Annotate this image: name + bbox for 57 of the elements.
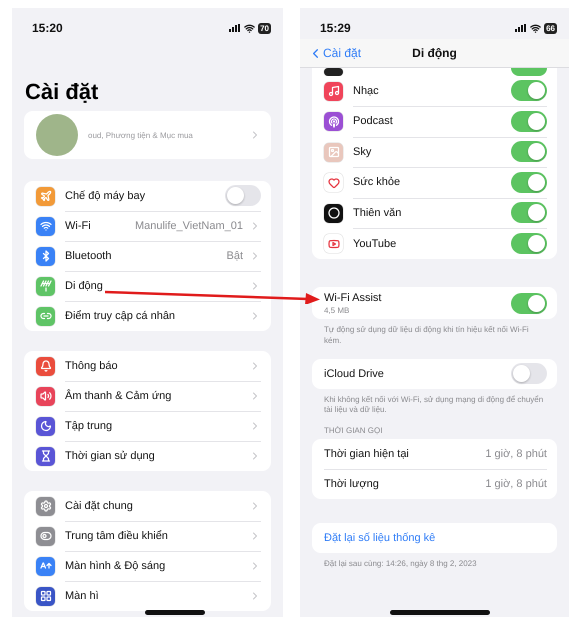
status-time: 15:29 (320, 21, 351, 35)
reset-link[interactable]: Đặt lại số liệu thống kê (324, 532, 436, 544)
app-label: Podcast (353, 115, 394, 128)
profile-subtitle: oud, Phương tiện & Mục mua (88, 130, 194, 140)
back-button[interactable]: Cài đặt (308, 46, 362, 60)
setting-label[interactable]: Bluetooth (65, 250, 220, 262)
app-label: Thiên văn (353, 206, 402, 219)
setting-label: Wi-Fi Assist (324, 292, 382, 304)
app-label: Sky (353, 146, 372, 158)
wifi-icon (530, 22, 542, 34)
setting-label: iCloud Drive (324, 368, 385, 380)
battery-level: 70 (258, 22, 271, 34)
setting-label[interactable]: Thời gian sử dụng (65, 450, 243, 462)
nav-title: Di động (412, 46, 457, 60)
setting-label[interactable]: Wi-Fi (65, 220, 129, 232)
setting-label[interactable]: Tập trung (65, 420, 243, 432)
setting-label[interactable]: Trung tâm điều khiển (65, 530, 243, 542)
wifi-icon (244, 22, 256, 34)
app-label: YouTube (353, 238, 398, 250)
toggle-switch[interactable] (225, 185, 261, 206)
battery-level: 66 (544, 22, 557, 34)
signal-icon (515, 24, 528, 32)
setting-value: Bật (226, 250, 243, 262)
toggle-switch[interactable] (511, 172, 547, 193)
page-title: Cài đặt (25, 79, 100, 105)
section-header: THỜI GIAN GỌI (324, 426, 384, 436)
toggle-switch[interactable] (511, 233, 547, 254)
setting-label[interactable]: Thông báo (65, 360, 243, 372)
setting-label[interactable]: Cài đặt chung (65, 500, 243, 512)
toggle-switch[interactable] (511, 363, 547, 384)
toggle-switch[interactable] (511, 202, 547, 224)
status-time: 15:20 (32, 21, 63, 35)
toggle-switch[interactable] (511, 141, 547, 162)
home-indicator (145, 610, 205, 615)
row-label: Thời gian hiện tại (324, 448, 410, 460)
app-label: Nhạc (353, 84, 380, 97)
toggle-switch[interactable] (511, 80, 547, 102)
signal-icon (229, 24, 242, 32)
setting-label[interactable]: Màn hình & Độ sáng (65, 560, 243, 572)
row-label: Thời lượng (324, 478, 380, 490)
row-value: 1 giờ, 8 phút (485, 448, 547, 460)
setting-label[interactable]: Âm thanh & Cảm ứng (65, 390, 243, 402)
toggle-switch[interactable] (511, 292, 547, 314)
setting-value: Manulife_VietNam_01 (134, 220, 243, 232)
avatar-circle (36, 114, 78, 156)
data-usage: 4,5 MB (324, 306, 350, 314)
setting-label[interactable]: Chế độ máy bay (65, 190, 219, 202)
toggle-switch[interactable] (511, 110, 547, 132)
footer-note: Tự động sử dụng dữ liệu di động khi tín hiệu kết nối Wi-Fi kém. (324, 325, 530, 347)
setting-label[interactable]: Di động (65, 280, 243, 292)
toggle-switch[interactable] (511, 68, 547, 76)
footer-note: Khi không kết nối với Wi-Fi, sử dụng mạng di động để chuyển tài liệu và dữ liệu. (324, 394, 544, 416)
setting-label[interactable]: Điểm truy cập cá nhân (65, 310, 243, 322)
footer-note: Đặt lại sau cùng: 14:26, ngày 8 thg 2, 2023 (324, 559, 478, 570)
row-value: 1 giờ, 8 phút (485, 478, 547, 490)
setting-label[interactable]: Màn hì (65, 590, 243, 602)
app-label: Sức khỏe (353, 176, 402, 188)
